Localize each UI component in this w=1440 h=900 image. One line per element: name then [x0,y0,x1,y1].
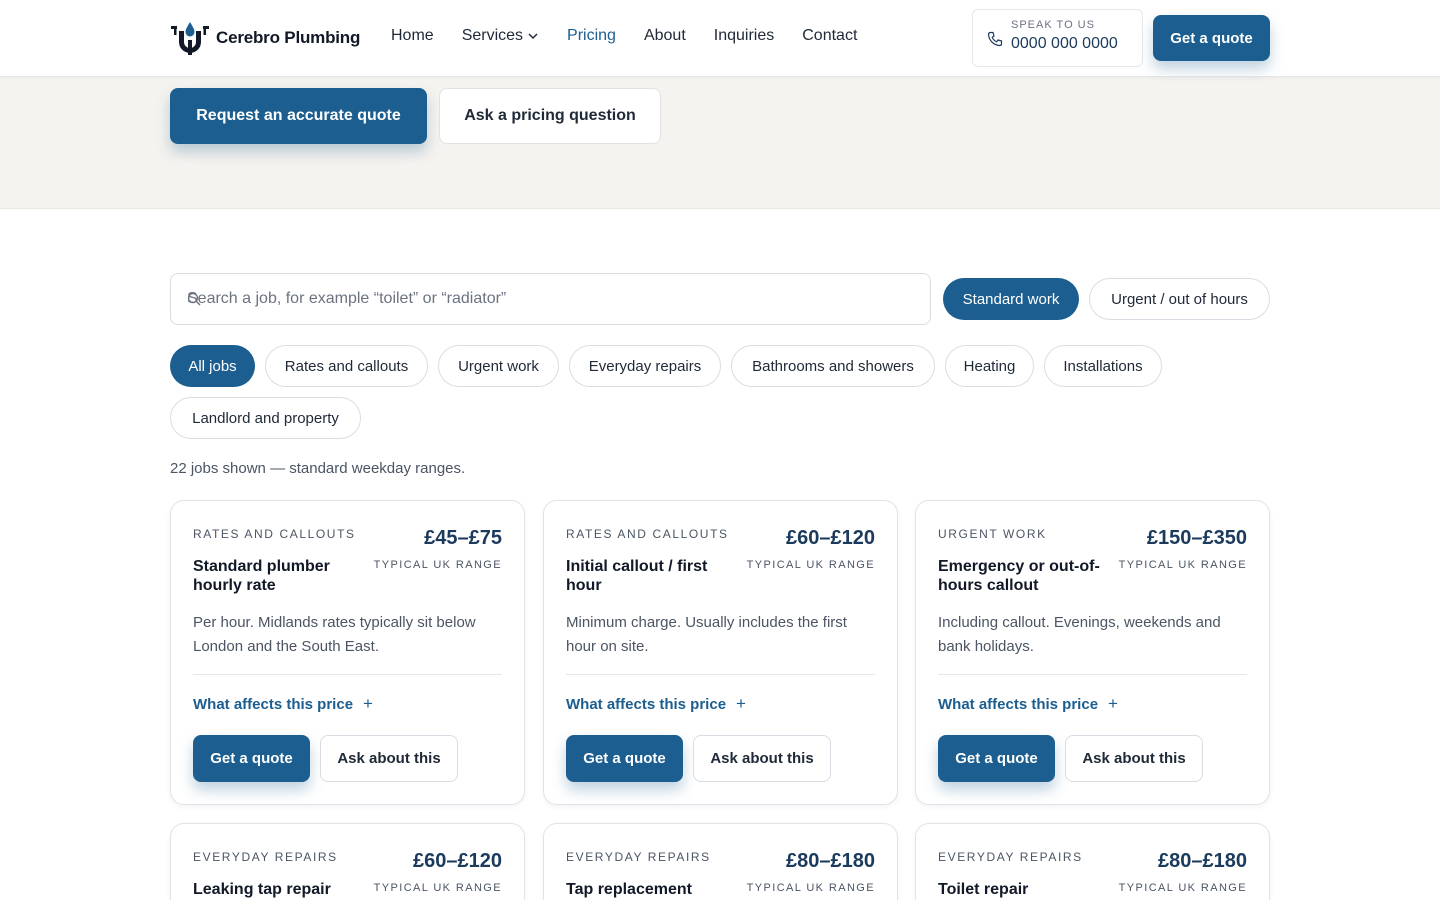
nav-contact[interactable]: Contact [802,27,857,45]
plus-icon: + [736,694,746,713]
filter-landlord-and-property[interactable]: Landlord and property [170,397,361,439]
nav-services[interactable]: Services [462,27,539,45]
filter-everyday-repairs[interactable]: Everyday repairs [569,345,721,387]
phone-contact[interactable]: SPEAK TO US 0000 000 0000 [972,9,1143,67]
site-header: Cerebro Plumbing Home Services Pricing A… [0,0,1440,77]
card-title: Initial callout / first hour [566,558,708,594]
card-range-caption: TYPICAL UK RANGE [746,882,875,894]
filter-heating[interactable]: Heating [945,345,1034,387]
card-category: RATES AND CALLOUTS [566,527,729,541]
phone-number: 0000 000 0000 [1011,35,1118,52]
card-category: RATES AND CALLOUTS [193,527,356,541]
card-description: Including callout. Evenings, weekends an… [938,614,1221,655]
nav-about[interactable]: About [644,27,686,45]
card-description: Minimum charge. Usually includes the fir… [566,614,847,655]
card-get-quote-button[interactable]: Get a quote [193,735,310,782]
phone-caption: SPEAK TO US [1011,19,1095,31]
card-range-caption: TYPICAL UK RANGE [1118,882,1247,894]
card-title: Standard plumber hourly rate [193,558,330,594]
plus-icon: + [363,694,373,713]
ask-pricing-question-button[interactable]: Ask a pricing question [439,88,661,144]
card-get-quote-button[interactable]: Get a quote [566,735,683,782]
price-card: EVERYDAY REPAIRS £80–£180 TYPICAL UK RAN… [915,823,1270,900]
card-title: Leaking tap repair [193,881,331,898]
brand-logo[interactable]: Cerebro Plumbing [170,20,360,56]
nav-inquiries[interactable]: Inquiries [714,27,774,45]
filter-rates-and-callouts[interactable]: Rates and callouts [265,345,428,387]
card-divider [193,674,502,675]
card-ask-about-button[interactable]: Ask about this [1065,735,1203,782]
card-title: Toilet repair [938,881,1029,898]
plus-icon: + [1108,694,1118,713]
card-ask-about-button[interactable]: Ask about this [320,735,458,782]
card-category: EVERYDAY REPAIRS [938,850,1083,864]
card-price: £150–£350 [1146,527,1247,549]
card-category: EVERYDAY REPAIRS [193,850,338,864]
toggle-standard-work[interactable]: Standard work [943,278,1079,320]
price-card: EVERYDAY REPAIRS £60–£120 TYPICAL UK RAN… [170,823,525,900]
job-search [170,273,931,325]
filter-bathrooms-and-showers[interactable]: Bathrooms and showers [731,345,935,387]
toggle-urgent-out-of-hours[interactable]: Urgent / out of hours [1089,278,1270,320]
price-card: RATES AND CALLOUTS £45–£75 TYPICAL UK RA… [170,500,525,805]
price-card: RATES AND CALLOUTS £60–£120 TYPICAL UK R… [543,500,898,805]
card-description: Per hour. Midlands rates typically sit b… [193,614,476,655]
card-category: EVERYDAY REPAIRS [566,850,711,864]
card-title: Emergency or out-of-hours callout [938,558,1100,594]
price-card: URGENT WORK £150–£350 TYPICAL UK RANGE E… [915,500,1270,805]
hero-section: Request an accurate quote Ask a pricing … [0,77,1440,209]
price-card: EVERYDAY REPAIRS £80–£180 TYPICAL UK RAN… [543,823,898,900]
card-category: URGENT WORK [938,527,1047,541]
chevron-down-icon [528,33,538,40]
card-range-caption: TYPICAL UK RANGE [1118,559,1247,571]
nav-pricing[interactable]: Pricing [567,27,616,45]
card-divider [566,674,875,675]
card-price: £80–£180 [786,850,875,872]
card-price: £45–£75 [424,527,502,549]
request-quote-button[interactable]: Request an accurate quote [170,88,427,144]
filter-all-jobs[interactable]: All jobs [170,345,255,387]
what-affects-price-toggle[interactable]: What affects this price + [938,694,1118,714]
card-range-caption: TYPICAL UK RANGE [746,559,875,571]
what-affects-price-toggle[interactable]: What affects this price + [566,694,746,714]
header-get-quote-button[interactable]: Get a quote [1153,15,1270,61]
card-price: £80–£180 [1158,850,1247,872]
tap-logo-icon [171,22,209,55]
nav-home[interactable]: Home [391,27,434,45]
brand-name: Cerebro Plumbing [216,28,361,47]
what-affects-price-toggle[interactable]: What affects this price + [193,694,373,714]
phone-icon [987,31,1003,47]
main-nav: Home Services Pricing About Inquiries Co… [391,27,885,45]
card-get-quote-button[interactable]: Get a quote [938,735,1055,782]
card-range-caption: TYPICAL UK RANGE [373,559,502,571]
card-range-caption: TYPICAL UK RANGE [373,882,502,894]
job-search-input[interactable] [187,274,917,324]
card-divider [938,674,1247,675]
filter-installations[interactable]: Installations [1044,345,1162,387]
card-title: Tap replacement [566,881,692,898]
filter-urgent-work[interactable]: Urgent work [438,345,559,387]
card-price: £60–£120 [786,527,875,549]
results-summary: 22 jobs shown — standard weekday ranges. [170,460,466,477]
card-ask-about-button[interactable]: Ask about this [693,735,831,782]
card-price: £60–£120 [413,850,502,872]
